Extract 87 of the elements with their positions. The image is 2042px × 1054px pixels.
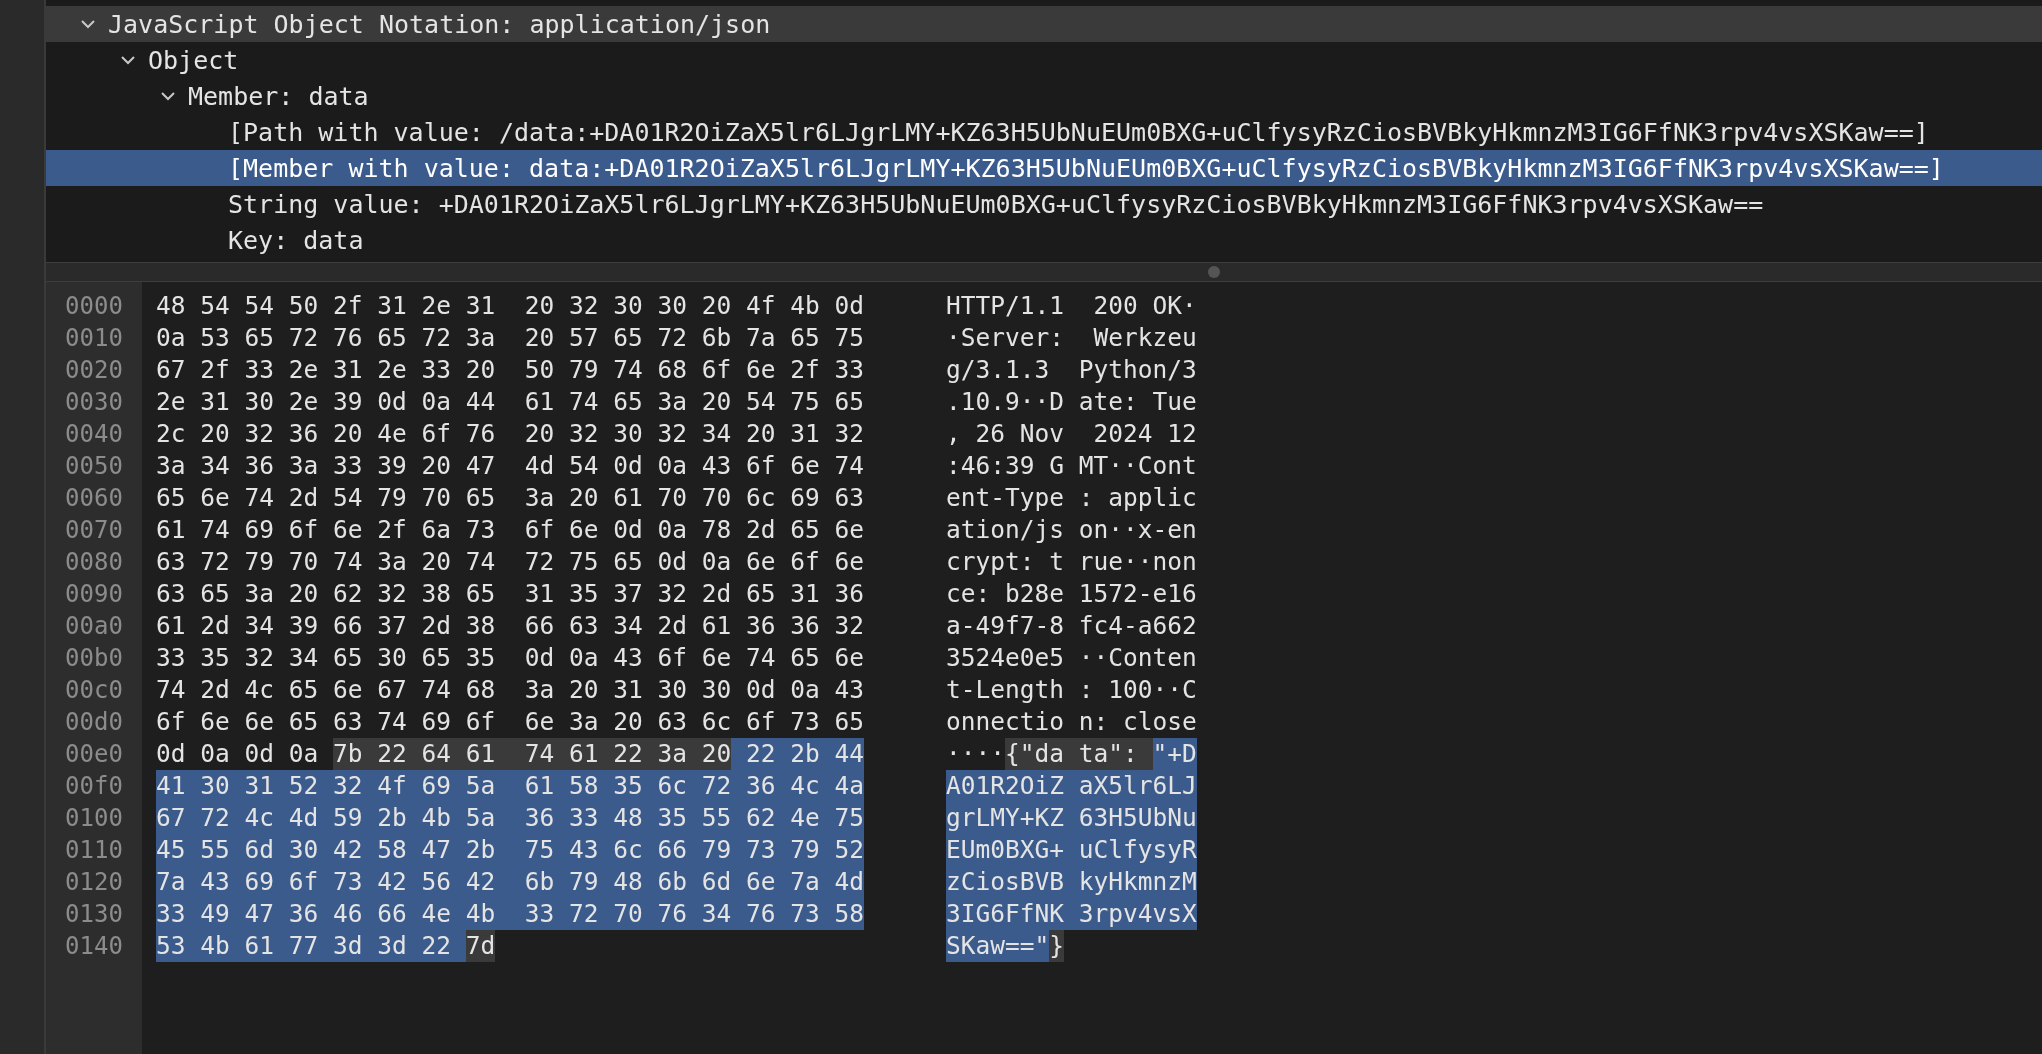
tree-row[interactable]: [Path with value: /data:+DA01R2OiZaX5lr6LJgrLMY+KZ63H5UbNuEUm0BXG+uClfysyRzCiosBVBkyHkmnzM3IG6FfNK3rpv4vsXSKaw==] [46,114,2042,150]
byte-offset: 00a0 [64,611,124,642]
ascii-bytes[interactable]: SKaw==" [946,930,1050,962]
tree-row[interactable]: [Member with value: data:+DA01R2OiZaX5lr6LJgrLMY+KZ63H5UbNuEUm0BXG+uClfysyRzCiosBVBkyHkmnzM3IG6FfNK3rpv4vsXSKaw==] [46,150,2042,186]
ascii-bytes[interactable]: 3IG6FfNK 3rpv4vsX [946,898,1197,930]
byte-offset: 0140 [64,931,124,962]
byte-offset: 0120 [64,867,124,898]
ascii-bytes[interactable]: ···· [946,738,1005,770]
hex-bytes[interactable]: 61 2d 34 39 66 37 2d 38 66 63 34 2d 61 36 36 32 [156,610,864,642]
byte-offset: 0080 [64,547,124,578]
chevron-down-icon[interactable] [120,55,136,65]
tree-row[interactable]: Member: data [46,78,2042,114]
ascii-bytes[interactable]: zCiosBVB kyHkmnzM [946,866,1197,898]
hex-bytes[interactable]: 0d 0a 0d 0a [156,738,333,770]
ascii-bytes[interactable]: ·Server: Werkzeu [946,322,1197,354]
byte-offset: 00e0 [64,739,124,770]
byte-offset: 0030 [64,387,124,418]
tree-item-label: Object [148,45,239,75]
byte-offset: 0000 [64,291,124,322]
byte-offset: 0110 [64,835,124,866]
tree-item-label: JavaScript Object Notation: application/json [108,9,771,39]
tree-item-label: [Member with value: data:+DA01R2OiZaX5lr6LJgrLMY+KZ63H5UbNuEUm0BXG+uClfysyRzCiosBVBkyHkmnzM3IG6FfNK3rpv4vsXSKaw==] [228,153,1944,183]
ascii-bytes[interactable]: } [1049,930,1065,962]
ascii-bytes[interactable]: grLMY+KZ 63H5UbNu [946,802,1197,834]
tree-item-label: String value: +DA01R2OiZaX5lr6LJgrLMY+KZ63H5UbNuEUm0BXG+uClfysyRzCiosBVBkyHkmnzM3IG6FfNK3rpv4vsXSKaw== [228,189,1764,219]
byte-offset: 00d0 [64,707,124,738]
tree-row[interactable]: Object [46,42,2042,78]
ascii-bytes[interactable]: t-Length : 100··C [946,674,1197,706]
hex-bytes[interactable]: 2e 31 30 2e 39 0d 0a 44 61 74 65 3a 20 54 75 65 [156,386,864,418]
tree-row[interactable]: JavaScript Object Notation: application/json [46,6,2042,42]
ascii-bytes[interactable]: crypt: t rue··non [946,546,1197,578]
ascii-bytes[interactable]: "+D [1152,738,1197,770]
hex-bytes[interactable]: 48 54 54 50 2f 31 2e 31 20 32 30 30 20 4f 4b 0d [156,290,864,322]
byte-offset: 0060 [64,483,124,514]
ascii-bytes[interactable]: ce: b28e 1572-e16 [946,578,1197,610]
hex-bytes[interactable]: 3a 34 36 3a 33 39 20 47 4d 54 0d 0a 43 6f 6e 74 [156,450,864,482]
hex-bytes[interactable]: 0a 53 65 72 76 65 72 3a 20 57 65 72 6b 7a 65 75 [156,322,864,354]
ascii-bytes[interactable]: onnectio n: close [946,706,1197,738]
byte-offset: 00b0 [64,643,124,674]
chevron-down-icon[interactable] [160,91,176,101]
byte-offset: 0010 [64,323,124,354]
byte-offset: 0130 [64,899,124,930]
hex-bytes[interactable]: 7b 22 64 61 74 61 22 3a 20 [333,738,732,770]
ascii-bytes[interactable]: :46:39 G MT··Cont [946,450,1197,482]
hex-bytes[interactable]: 45 55 6d 30 42 58 47 2b 75 43 6c 66 79 73 79 52 [156,834,864,866]
hex-bytes[interactable]: 7d [465,930,496,962]
hex-bytes[interactable]: 22 2b 44 [731,738,865,770]
byte-offset: 0070 [64,515,124,546]
tree-item-label: Member: data [188,81,369,111]
tree-row[interactable]: Key: data [46,222,2042,258]
ascii-bytes[interactable]: {"da ta": [1005,738,1153,770]
ascii-bytes[interactable]: A01R2OiZ aX5lr6LJ [946,770,1197,802]
tree-item-label: [Path with value: /data:+DA01R2OiZaX5lr6LJgrLMY+KZ63H5UbNuEUm0BXG+uClfysyRzCiosBVBkyHkmnzM3IG6FfNK3rpv4vsXSKaw==] [228,117,1929,147]
byte-offset: 0050 [64,451,124,482]
hex-bytes[interactable]: 67 72 4c 4d 59 2b 4b 5a 36 33 48 35 55 62 4e 75 [156,802,864,834]
byte-offset: 00f0 [64,771,124,802]
ascii-bytes[interactable]: , 26 Nov 2024 12 [946,418,1197,450]
splitter-handle[interactable] [1208,266,1220,278]
hex-bytes[interactable]: 67 2f 33 2e 31 2e 33 20 50 79 74 68 6f 6e 2f 33 [156,354,864,386]
ascii-bytes[interactable]: HTTP/1.1 200 OK· [946,290,1197,322]
ascii-bytes[interactable]: ent-Type : applic [946,482,1197,514]
hex-bytes[interactable]: 53 4b 61 77 3d 3d 22 [156,930,466,962]
hex-bytes[interactable]: 74 2d 4c 65 6e 67 74 68 3a 20 31 30 30 0d 0a 43 [156,674,864,706]
ascii-bytes[interactable]: .10.9··D ate: Tue [946,386,1197,418]
hex-bytes[interactable]: 41 30 31 52 32 4f 69 5a 61 58 35 6c 72 36 4c 4a [156,770,864,802]
hex-bytes[interactable]: 63 72 79 70 74 3a 20 74 72 75 65 0d 0a 6e 6f 6e [156,546,864,578]
byte-offset: 0100 [64,803,124,834]
hex-bytes[interactable]: 33 49 47 36 46 66 4e 4b 33 72 70 76 34 76 73 58 [156,898,864,930]
hex-bytes[interactable]: 63 65 3a 20 62 32 38 65 31 35 37 32 2d 65 31 36 [156,578,864,610]
ascii-bytes[interactable]: g/3.1.3 Python/3 [946,354,1197,386]
hex-bytes[interactable]: 65 6e 74 2d 54 79 70 65 3a 20 61 70 70 6c 69 63 [156,482,864,514]
hex-bytes[interactable]: 61 74 69 6f 6e 2f 6a 73 6f 6e 0d 0a 78 2d 65 6e [156,514,864,546]
hex-bytes[interactable]: 7a 43 69 6f 73 42 56 42 6b 79 48 6b 6d 6e 7a 4d [156,866,864,898]
ascii-bytes[interactable]: a-49f7-8 fc4-a662 [946,610,1197,642]
ascii-bytes[interactable]: EUm0BXG+ uClfysyR [946,834,1197,866]
hex-bytes[interactable]: 33 35 32 34 65 30 65 35 0d 0a 43 6f 6e 74 65 6e [156,642,864,674]
hex-bytes[interactable]: 6f 6e 6e 65 63 74 69 6f 6e 3a 20 63 6c 6f 73 65 [156,706,864,738]
byte-offset: 00c0 [64,675,124,706]
tree-row[interactable]: String value: +DA01R2OiZaX5lr6LJgrLMY+KZ63H5UbNuEUm0BXG+uClfysyRzCiosBVBkyHkmnzM3IG6FfNK3rpv4vsXSKaw== [46,186,2042,222]
chevron-down-icon[interactable] [80,19,96,29]
byte-offset: 0090 [64,579,124,610]
tree-item-label: Key: data [228,225,364,255]
ascii-bytes[interactable]: 3524e0e5 ··Conten [946,642,1197,674]
ascii-bytes[interactable]: ation/js on··x-en [946,514,1197,546]
byte-offset: 0040 [64,419,124,450]
byte-offset: 0020 [64,355,124,386]
hex-bytes[interactable]: 2c 20 32 36 20 4e 6f 76 20 32 30 32 34 20 31 32 [156,418,864,450]
